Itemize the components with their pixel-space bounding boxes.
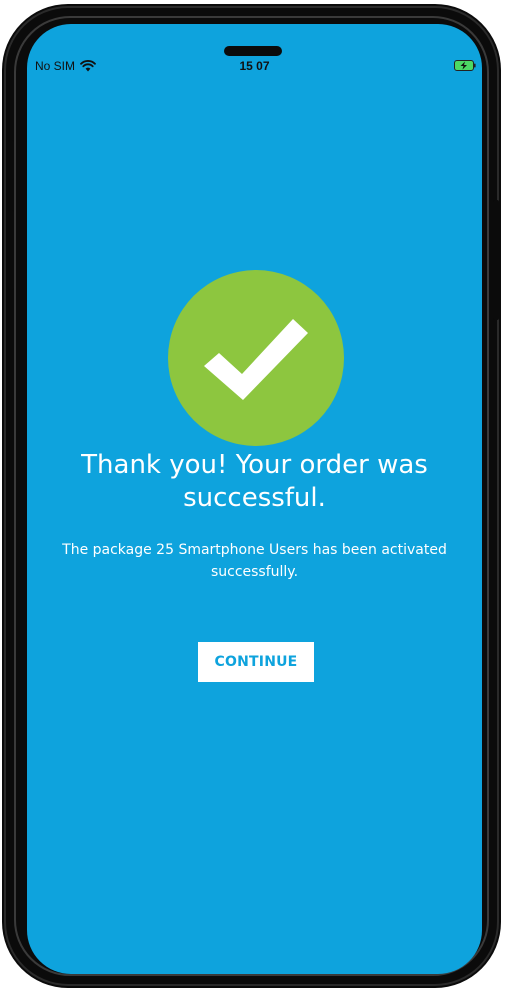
- speaker-notch: [224, 46, 282, 56]
- status-clock: 15 07: [239, 59, 270, 73]
- continue-button[interactable]: CONTINUE: [198, 642, 314, 682]
- phone-screen: No SIM 15 07 Thank you! Your order was s…: [27, 24, 482, 974]
- success-headline: Thank you! Your order was successful.: [81, 450, 428, 513]
- status-bar: No SIM 15 07: [27, 58, 482, 78]
- battery-charging-icon: [454, 60, 476, 71]
- success-message: The package 25 Smartphone Users has been…: [62, 542, 447, 580]
- success-badge: [168, 270, 344, 446]
- checkmark-icon: [204, 319, 308, 400]
- power-button: [493, 200, 499, 320]
